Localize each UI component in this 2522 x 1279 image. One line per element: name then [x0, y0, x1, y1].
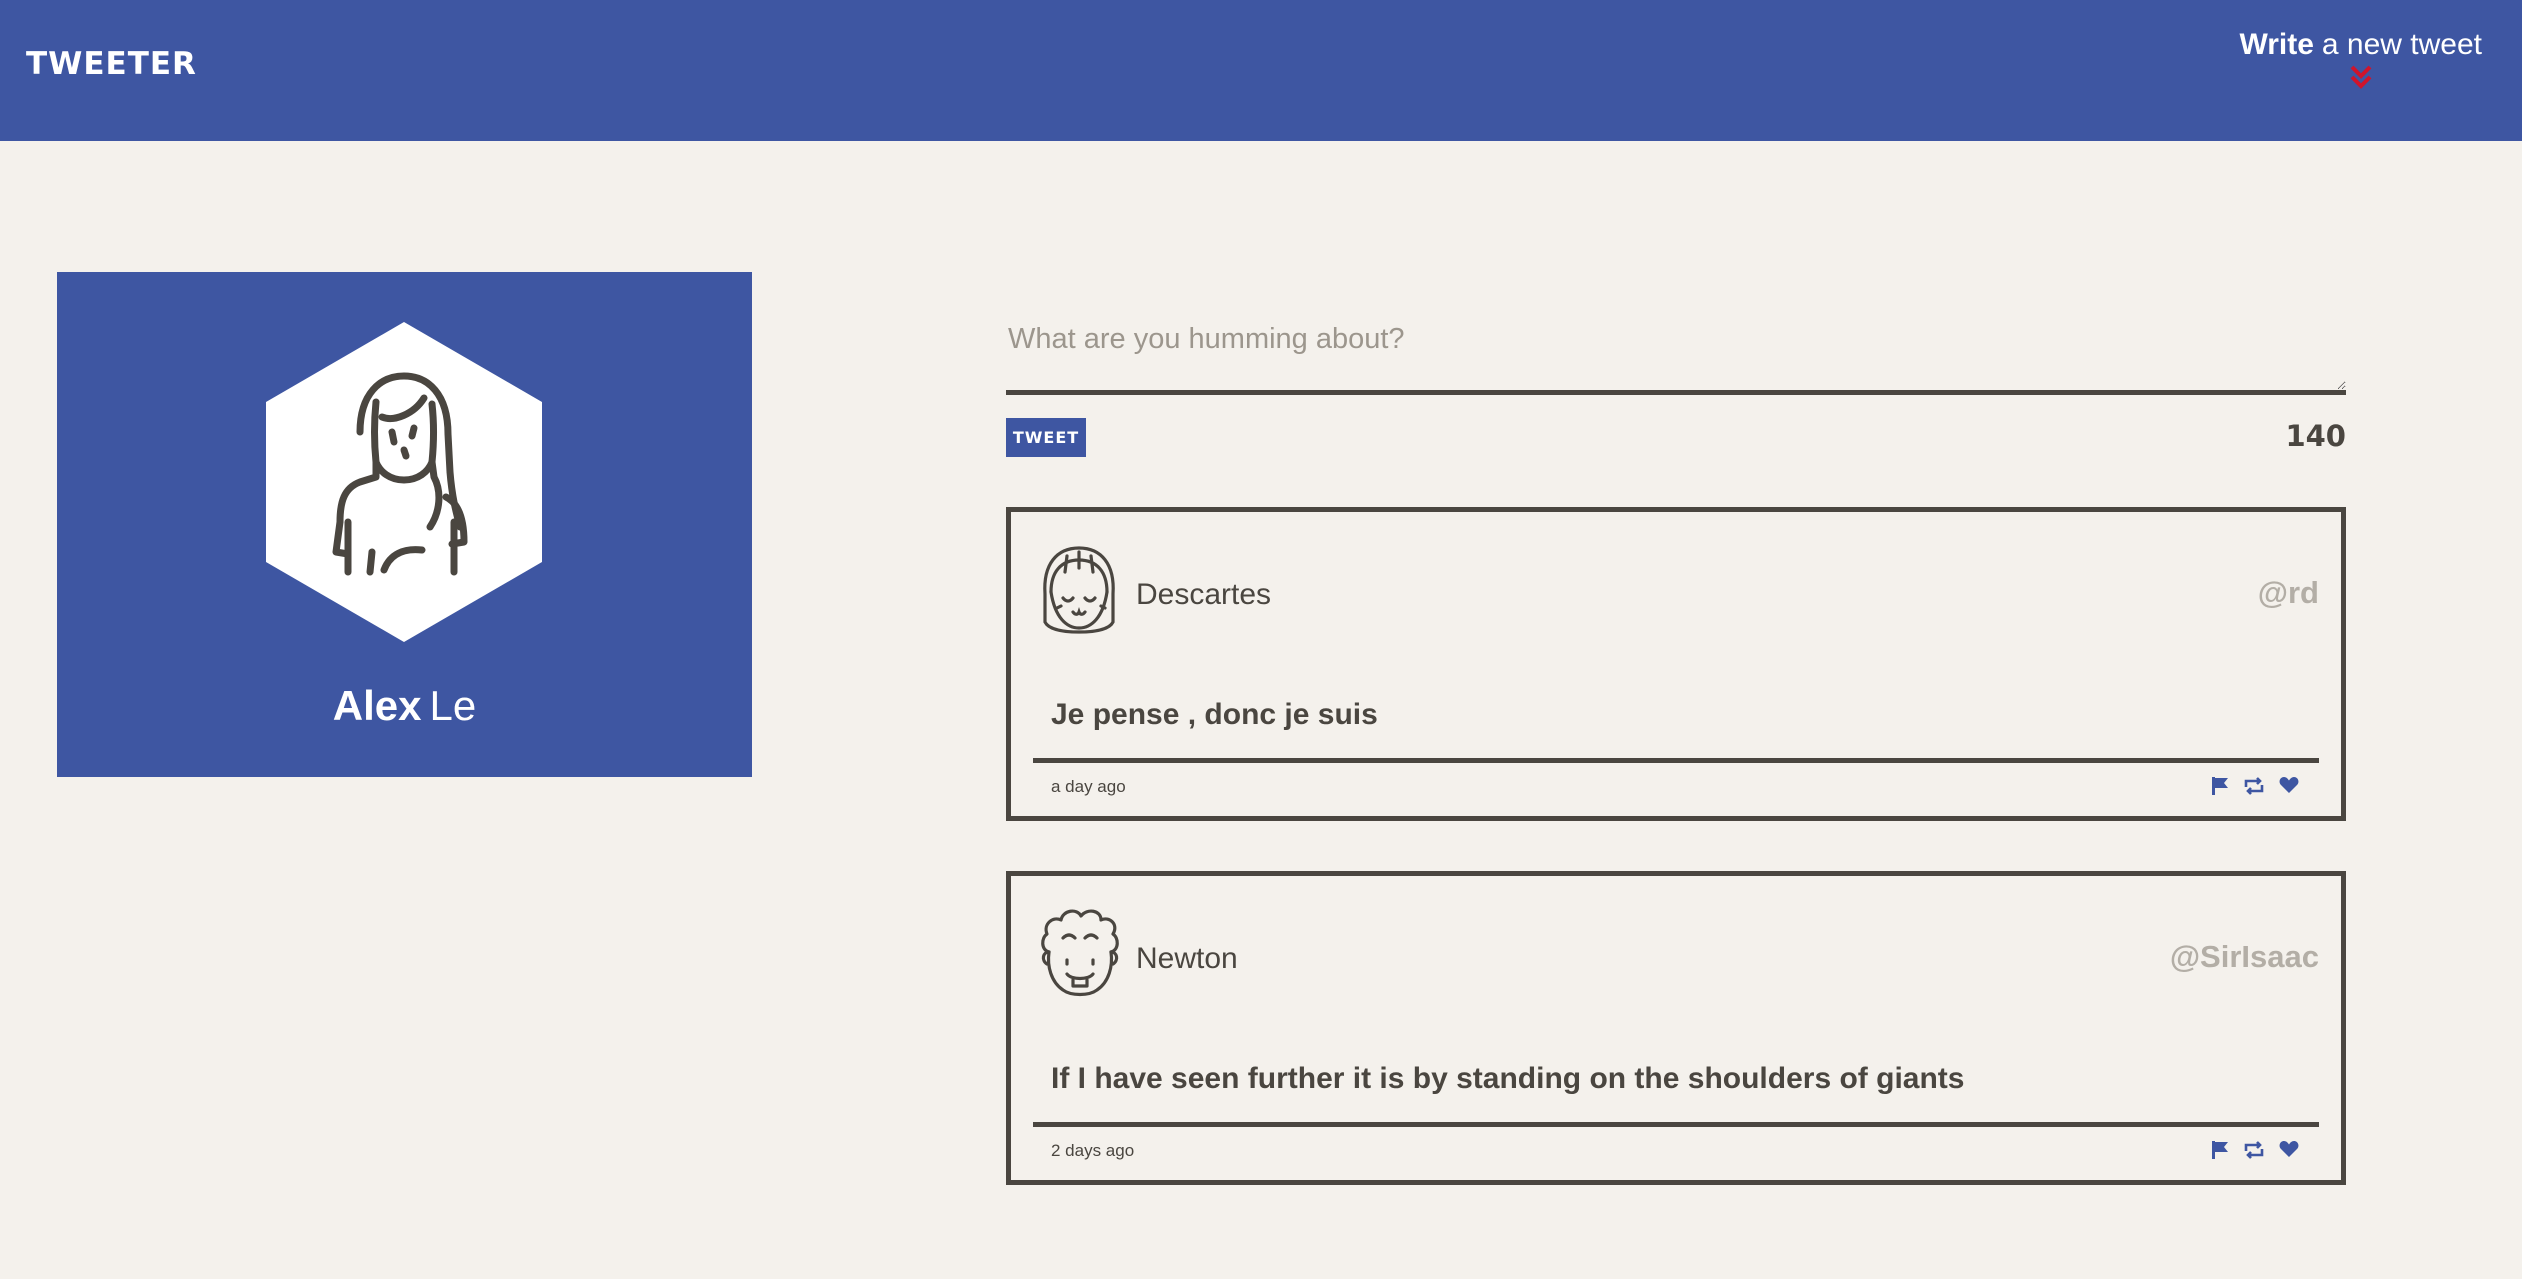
tweet-actions [2211, 1140, 2299, 1160]
tweet-timestamp: a day ago [1051, 777, 1126, 796]
compose-toggle-strong: Write [2239, 28, 2314, 61]
tweet-author-handle[interactable]: @SirIsaac [2170, 939, 2319, 975]
tweet-submit-button[interactable]: TWEET [1006, 418, 1086, 457]
tweet-author-name[interactable]: Newton [1136, 942, 1238, 976]
tweet-input[interactable] [1006, 305, 2346, 395]
profile-last-name: Le [429, 682, 477, 729]
tweet-actions [2211, 776, 2299, 796]
tweet-content: Je pense , donc je suis [1051, 698, 1378, 731]
retweet-icon[interactable] [2243, 1140, 2265, 1160]
compose-toggle-rest: a new tweet [2321, 28, 2482, 61]
tweet-author-name[interactable]: Descartes [1136, 578, 1271, 612]
tweet-content: If I have seen further it is by standing… [1051, 1062, 1965, 1095]
tweet-timestamp: 2 days ago [1051, 1141, 1135, 1160]
navbar: TWEETER Write a new tweet [0, 0, 2522, 141]
tweet-card: Newton @SirIsaac If I have seen further … [1006, 871, 2346, 1185]
flag-icon[interactable] [2211, 1140, 2229, 1160]
heart-icon[interactable] [2279, 1140, 2299, 1160]
brand-logo[interactable]: TWEETER [26, 46, 197, 82]
profile-first-name: Alex [332, 682, 422, 729]
compose-toggle-label: Write a new tweet [2239, 28, 2482, 62]
double-chevron-down-icon [2350, 65, 2372, 89]
profile-card: Alex Le [57, 272, 752, 777]
compose-toggle-button[interactable]: Write a new tweet [2239, 28, 2482, 90]
flag-icon[interactable] [2211, 776, 2229, 796]
profile-name: Alex Le [57, 682, 752, 730]
retweet-icon[interactable] [2243, 776, 2265, 796]
tweet-divider [1033, 758, 2319, 763]
tweet-divider [1033, 1122, 2319, 1127]
tweet-author-handle[interactable]: @rd [2258, 575, 2319, 611]
avatar [266, 322, 542, 642]
character-counter: 140 [2285, 419, 2346, 453]
curly-hair-face-avatar-icon [1041, 909, 1119, 997]
tweet-card: Descartes @rd Je pense , donc je suis a … [1006, 507, 2346, 821]
smiling-face-avatar-icon [1043, 546, 1115, 634]
tweet-composer: TWEET 140 [1006, 305, 2346, 457]
heart-icon[interactable] [2279, 776, 2299, 796]
